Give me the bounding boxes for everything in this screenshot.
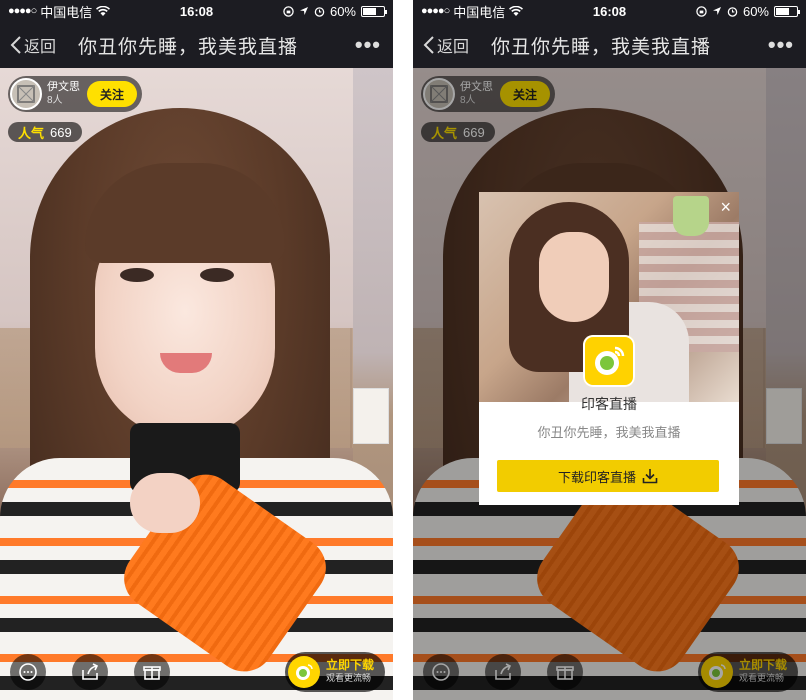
follow-button[interactable]: 关注 [87, 81, 137, 107]
popularity-value: 669 [50, 124, 72, 140]
back-button[interactable]: 返回 [0, 33, 70, 57]
download-app-button[interactable]: 立即下载 观看更流畅 [285, 652, 385, 692]
live-video: 伊文思 8人 关注 人气 669 立即下载 观看更流畅 [0, 68, 393, 700]
download-app-modal-button[interactable]: 下载印客直播 [497, 460, 719, 492]
battery-percent: 60% [742, 3, 769, 19]
location-icon [299, 7, 308, 15]
wifi-icon [509, 5, 524, 16]
share-button[interactable] [72, 654, 108, 690]
app-logo-icon [288, 656, 320, 688]
chevron-left-icon [423, 36, 434, 54]
bottom-toolbar: 立即下载 观看更流畅 [0, 648, 393, 700]
rotation-lock-icon [283, 5, 294, 17]
battery-icon [361, 5, 387, 17]
alarm-icon [727, 6, 738, 17]
app-name: 印客直播 [581, 396, 637, 412]
wifi-icon [96, 5, 111, 16]
download-modal: × 印客直播 你丑你先睡，我美我直播 下载印客直播 [479, 192, 739, 505]
rotation-lock-icon [696, 5, 707, 17]
download-button-label: 下载印客直播 [557, 469, 636, 485]
chat-button[interactable] [10, 654, 46, 690]
host-info[interactable]: 伊文思 8人 关注 [8, 76, 142, 112]
download-title: 立即下载 [326, 658, 375, 672]
battery-percent: 60% [329, 3, 356, 19]
streamer-hand [130, 473, 200, 533]
banner-model-face [539, 232, 609, 322]
streamer-eye [200, 268, 234, 282]
nav-bar: 返回 你丑你先睡，我美我直播 ••• [0, 22, 393, 68]
status-bar: ●●●●○ 中国电信 16:08 60% [413, 0, 806, 22]
streamer-eye [120, 268, 154, 282]
carrier-label: 中国电信 [40, 4, 93, 20]
back-button[interactable]: 返回 [413, 33, 483, 57]
signal-icon: ●●●●○ [421, 5, 450, 17]
avatar-image-icon [17, 85, 35, 103]
back-label: 返回 [437, 39, 470, 56]
page-title: 你丑你先睡，我美我直播 [491, 36, 712, 58]
location-icon [712, 7, 721, 15]
cup [673, 196, 709, 236]
nav-bar: 返回 你丑你先睡，我美我直播 ••• [413, 22, 806, 68]
popularity-label: 人气 [18, 125, 45, 141]
gift-icon [143, 666, 161, 680]
live-screen: ●●●●○ 中国电信 16:08 60% 返回 你丑你先睡，我美我直播 ••• [0, 0, 393, 700]
more-button[interactable]: ••• [355, 32, 381, 58]
share-icon [82, 663, 99, 680]
popularity-badge: 人气 669 [8, 122, 82, 142]
close-button[interactable]: × [720, 198, 731, 216]
host-name: 伊文思 [47, 81, 80, 93]
status-bar: ●●●●○ 中国电信 16:08 60% [0, 0, 393, 22]
gift-button[interactable] [134, 654, 170, 690]
chat-bubble-icon [19, 663, 37, 681]
alarm-icon [314, 6, 325, 17]
back-label: 返回 [24, 39, 57, 56]
app-tagline: 你丑你先睡，我美我直播 [537, 425, 681, 440]
carrier-label: 中国电信 [453, 4, 506, 20]
signal-icon: ●●●●○ [8, 5, 37, 17]
live-screen-with-modal: ●●●●○ 中国电信 16:08 60% 返回 你丑你先睡，我美我直播 ••• [413, 0, 806, 700]
download-subtitle: 观看更流畅 [326, 673, 372, 683]
chevron-left-icon [10, 36, 21, 54]
avatar[interactable] [10, 78, 42, 110]
page-title: 你丑你先睡，我美我直播 [78, 36, 299, 58]
battery-icon [774, 5, 800, 17]
viewer-count: 8人 [47, 95, 63, 106]
more-button[interactable]: ••• [768, 32, 794, 58]
download-icon [642, 469, 658, 484]
app-logo-icon [583, 335, 635, 387]
wall-paper [353, 388, 389, 444]
